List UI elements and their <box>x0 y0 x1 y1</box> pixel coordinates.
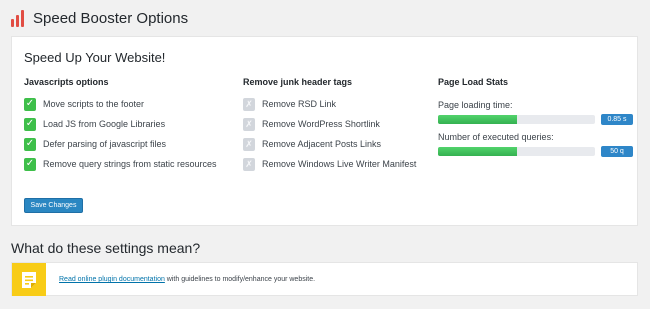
progress-fill <box>438 147 517 156</box>
save-changes-button[interactable]: Save Changes <box>24 198 83 213</box>
option-label: Defer parsing of javascript files <box>43 139 167 149</box>
checkbox-checked-icon[interactable]: ✓ <box>24 117 36 131</box>
checkbox-checked-icon[interactable]: ✓ <box>24 137 36 151</box>
option-label: Remove Adjacent Posts Links <box>262 139 382 149</box>
section-heading: Page Load Stats <box>438 77 509 87</box>
checkbox-unchecked-icon[interactable]: ✗ <box>243 117 255 131</box>
option-remove-query-strings[interactable]: ✓ Remove query strings from static resou… <box>24 157 217 171</box>
option-remove-rsd-link[interactable]: ✗ Remove RSD Link <box>243 97 336 111</box>
checkbox-unchecked-icon[interactable]: ✗ <box>243 97 255 111</box>
option-label: Remove RSD Link <box>262 99 337 109</box>
page-loading-time-label: Page loading time: <box>438 100 513 110</box>
option-label: Remove WordPress Shortlink <box>262 119 380 129</box>
option-move-scripts-footer[interactable]: ✓ Move scripts to the footer <box>24 97 144 111</box>
option-label: Load JS from Google Libraries <box>43 119 166 129</box>
progress-fill <box>438 115 517 124</box>
checkbox-unchecked-icon[interactable]: ✗ <box>243 157 255 171</box>
option-label: Remove query strings from static resourc… <box>43 159 217 169</box>
page-title: Speed Booster Options <box>33 9 189 27</box>
panel-title: Speed Up Your Website! <box>24 50 166 65</box>
help-section-title: What do these settings mean? <box>11 240 201 256</box>
checkbox-unchecked-icon[interactable]: ✗ <box>243 137 255 151</box>
executed-queries-badge: 50 q <box>601 146 633 157</box>
bar-chart-icon <box>11 9 27 27</box>
page-loading-time-bar <box>438 115 595 124</box>
document-icon <box>12 263 46 296</box>
option-defer-parsing[interactable]: ✓ Defer parsing of javascript files <box>24 137 166 151</box>
help-notice: Read online plugin documentation with gu… <box>11 262 638 296</box>
option-label: Move scripts to the footer <box>43 99 145 109</box>
page-loading-time-badge: 0.85 s <box>601 114 633 125</box>
documentation-link[interactable]: Read online plugin documentation <box>59 276 165 283</box>
javascript-options-section: Javascripts options ✓ Move scripts to th… <box>24 76 244 171</box>
page-header: Speed Booster Options <box>11 7 188 29</box>
section-heading: Remove junk header tags <box>243 77 353 87</box>
section-heading: Javascripts options <box>24 77 109 87</box>
checkbox-checked-icon[interactable]: ✓ <box>24 97 36 111</box>
checkbox-checked-icon[interactable]: ✓ <box>24 157 36 171</box>
help-text: Read online plugin documentation with gu… <box>59 276 315 283</box>
option-remove-adjacent-posts[interactable]: ✗ Remove Adjacent Posts Links <box>243 137 381 151</box>
executed-queries-label: Number of executed queries: <box>438 132 554 142</box>
page-load-stats-section: Page Load Stats Page loading time: 0.85 … <box>438 76 634 157</box>
option-load-js-google[interactable]: ✓ Load JS from Google Libraries <box>24 117 165 131</box>
option-remove-wlw-manifest[interactable]: ✗ Remove Windows Live Writer Manifest <box>243 157 416 171</box>
executed-queries-bar <box>438 147 595 156</box>
option-remove-wp-shortlink[interactable]: ✗ Remove WordPress Shortlink <box>243 117 380 131</box>
junk-header-tags-section: Remove junk header tags ✗ Remove RSD Lin… <box>243 76 433 171</box>
options-panel: Speed Up Your Website! Javascripts optio… <box>11 36 638 226</box>
option-label: Remove Windows Live Writer Manifest <box>262 159 417 169</box>
help-description: with guidelines to modify/enhance your w… <box>164 276 316 283</box>
